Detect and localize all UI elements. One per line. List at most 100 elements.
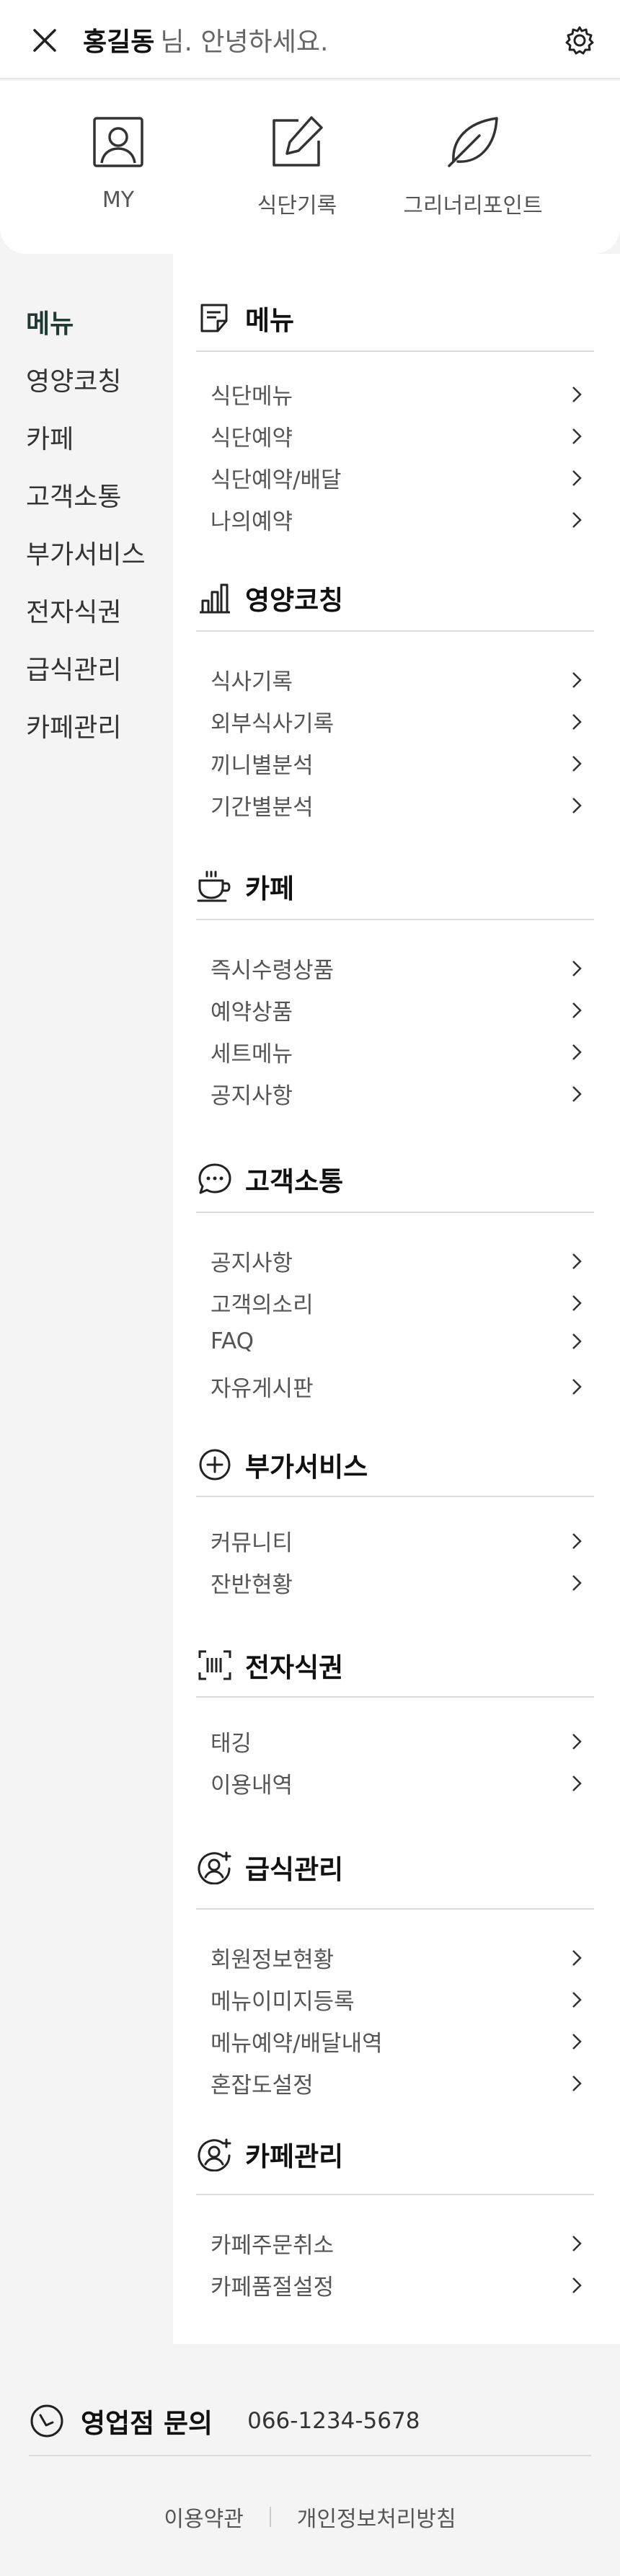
menu-item-label: 예약상품 (211, 1000, 293, 1025)
section-title-text: 전자식권 (245, 1652, 344, 1683)
section-divider (196, 350, 594, 352)
footer: 영업점 문의 066-1234-5678 이용약관 개인정보처리방침 (0, 2357, 620, 2576)
nav-tab-cafe[interactable]: 카페 (26, 418, 74, 456)
menu-item-community[interactable]: 커뮤니티 (211, 1525, 585, 1557)
section-title-menu: 메뉴 (196, 299, 294, 338)
section-title-text: 부가서비스 (245, 1452, 368, 1483)
menu-item-label: 메뉴예약/배달내역 (211, 2031, 383, 2057)
menu-item-cafe-soldout-setting[interactable]: 카페품절설정 (211, 2269, 585, 2301)
greeting-text: 님. 안녕하세요. (160, 27, 329, 57)
section-title-text: 카페관리 (245, 2141, 344, 2172)
menu-item-leftover-status[interactable]: 잔반현황 (211, 1566, 585, 1599)
nav-tab-meal-management[interactable]: 급식관리 (26, 649, 121, 687)
menu-item-cafe-order-cancel[interactable]: 카페주문취소 (211, 2227, 585, 2259)
user-add-icon (198, 1851, 231, 1884)
section-title-text: 메뉴 (245, 305, 295, 336)
edit-icon (273, 116, 323, 167)
menu-item-my-reservation[interactable]: 나의예약 (211, 503, 585, 536)
section-title-text: 고객소통 (245, 1166, 344, 1197)
menu-item-faq[interactable]: FAQ (211, 1328, 585, 1354)
menu-item-label: 나의예약 (211, 509, 293, 535)
menu-item-label: 혼잡도설정 (211, 2073, 314, 2099)
menu-item-customer-voice[interactable]: 고객의소리 (211, 1287, 585, 1319)
nav-tab-customer-communication[interactable]: 고객소통 (26, 476, 121, 513)
menu-item-per-meal-analysis[interactable]: 끼니별분석 (211, 747, 585, 780)
user-add-icon (198, 2138, 231, 2171)
menu-item-label: 자유게시판 (211, 1376, 314, 1402)
menu-item-cafe-notice[interactable]: 공지사항 (211, 1077, 585, 1110)
menu-item-congestion-setting[interactable]: 혼잡도설정 (211, 2067, 585, 2099)
section-title-additional-services: 부가서비스 (196, 1445, 368, 1484)
chevron-right-icon (572, 428, 582, 444)
menu-item-free-board[interactable]: 자유게시판 (211, 1370, 585, 1403)
coffee-cup-icon (197, 870, 231, 902)
menu-item-notice[interactable]: 공지사항 (211, 1245, 585, 1277)
chevron-right-icon (572, 1253, 582, 1269)
quick-diet-record-label: 식단기록 (257, 193, 337, 219)
chevron-right-icon (572, 797, 582, 813)
chevron-right-icon (572, 2235, 582, 2251)
menu-item-instant-pickup-products[interactable]: 즉시수령상품 (211, 952, 585, 984)
close-button[interactable] (26, 22, 63, 59)
section-divider (196, 919, 594, 920)
quick-diet-record-button[interactable]: 식단기록 (203, 110, 391, 219)
menu-item-period-analysis[interactable]: 기간별분석 (211, 789, 585, 821)
menu-item-label: 태깅 (211, 1731, 252, 1757)
section-title-e-meal-ticket: 전자식권 (196, 1646, 343, 1685)
nav-tab-menu[interactable]: 메뉴 (26, 303, 74, 340)
privacy-policy-link[interactable]: 개인정보처리방침 (297, 2501, 456, 2533)
menu-item-label: 식사기록 (211, 669, 293, 695)
menu-item-label: 공지사항 (211, 1083, 293, 1109)
menu-item-tagging[interactable]: 태깅 (211, 1725, 585, 1757)
chevron-right-icon (572, 671, 582, 688)
menu-item-reservation-delivery-history[interactable]: 메뉴예약/배달내역 (211, 2025, 585, 2057)
link-separator (269, 2507, 271, 2527)
nav-tab-cafe-management[interactable]: 카페관리 (26, 707, 121, 744)
menu-item-diet-menu[interactable]: 식단메뉴 (211, 378, 585, 410)
settings-button[interactable] (561, 22, 598, 59)
menu-item-label: 공지사항 (211, 1250, 293, 1276)
user-name: 홍길동 (83, 27, 155, 57)
chevron-right-icon (572, 386, 582, 402)
menu-item-reservation-products[interactable]: 예약상품 (211, 994, 585, 1026)
plus-circle-icon (199, 1449, 231, 1481)
menu-item-label: 회원정보현황 (211, 1947, 335, 1973)
menu-item-label: 커뮤니티 (211, 1530, 293, 1556)
close-icon (33, 29, 56, 52)
quick-my-label: MY (102, 188, 135, 213)
chevron-right-icon (572, 1775, 582, 1791)
section-title-customer-communication: 고객소통 (196, 1160, 343, 1199)
inquiry-title: 영업점 문의 (81, 2408, 213, 2439)
chevron-right-icon (572, 1378, 582, 1395)
menu-item-label: 식단메뉴 (211, 384, 293, 410)
section-title-text: 영양코칭 (245, 585, 344, 616)
section-divider (196, 630, 594, 632)
quick-greenery-point-button[interactable]: 그리너리포인트 (379, 110, 567, 219)
menu-item-member-info-status[interactable]: 회원정보현황 (211, 1941, 585, 1974)
footer-links: 이용약관 개인정보처리방침 (0, 2501, 620, 2533)
terms-link[interactable]: 이용약관 (164, 2501, 243, 2533)
chevron-right-icon (572, 1733, 582, 1750)
chevron-right-icon (572, 960, 582, 976)
section-title-cafe-management: 카페관리 (196, 2135, 343, 2174)
menu-item-label: 기간별분석 (211, 795, 314, 821)
branch-inquiry[interactable]: 영업점 문의 066-1234-5678 (29, 2401, 420, 2440)
menu-item-set-menu[interactable]: 세트메뉴 (211, 1036, 585, 1068)
top-header: 홍길동 님. 안녕하세요. (0, 0, 620, 79)
chevron-right-icon (572, 1532, 582, 1549)
quick-my-button[interactable]: MY (25, 110, 212, 213)
nav-tab-nutrition-coaching[interactable]: 영양코칭 (26, 361, 121, 398)
leaf-icon (448, 117, 498, 167)
barcode-scan-icon (198, 1650, 231, 1680)
menu-item-diet-reservation[interactable]: 식단예약 (211, 420, 585, 452)
inquiry-phone[interactable]: 066-1234-5678 (247, 2408, 420, 2434)
menu-item-usage-history[interactable]: 이용내역 (211, 1767, 585, 1799)
nav-tab-e-meal-ticket[interactable]: 전자식권 (26, 591, 121, 629)
nav-tab-additional-services[interactable]: 부가서비스 (26, 534, 146, 571)
menu-item-external-meal-record[interactable]: 외부식사기록 (211, 705, 585, 738)
menu-item-diet-reservation-delivery[interactable]: 식단예약/배달 (211, 462, 585, 494)
document-icon (200, 304, 228, 332)
menu-item-meal-record[interactable]: 식사기록 (211, 663, 585, 696)
menu-item-label: FAQ (211, 1328, 254, 1354)
menu-item-menu-image-register[interactable]: 메뉴이미지등록 (211, 1983, 585, 2016)
